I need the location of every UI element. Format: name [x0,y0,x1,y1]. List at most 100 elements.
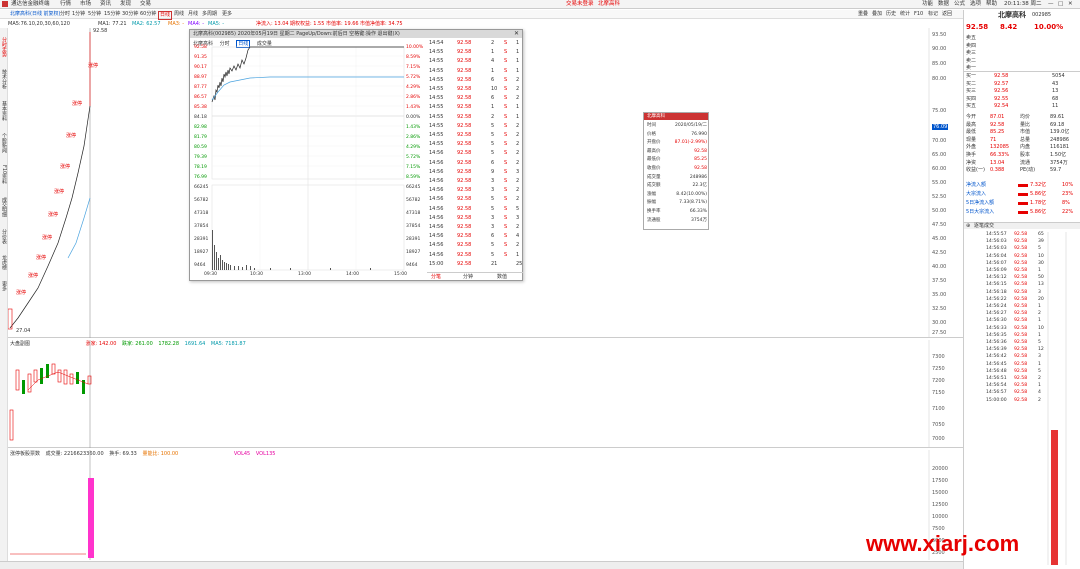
period-more[interactable]: 更多 [222,10,232,19]
app-name: 通达信金融终端 [11,1,50,7]
tab-news[interactable]: 个股新闻 [0,128,8,158]
bid-row[interactable]: 买四 92.55 68 [964,96,1080,103]
trade-login-status[interactable]: 交易未登录 [566,0,594,9]
tab-f10[interactable]: F10资料 [0,160,8,190]
tick-cell-p: 92.58 [457,196,472,203]
tab-technical[interactable]: 技术分析 [0,64,8,94]
axis-tick: 80.00 [932,76,947,82]
close-icon[interactable]: ✕ [1068,0,1073,9]
axis-tick: 7.15% [406,65,421,70]
tab-basic-info[interactable]: 基本资料 [0,96,8,126]
menu-options[interactable]: 选项 [970,0,981,9]
overlay-button[interactable]: 重叠 [858,10,868,19]
net-inflow: 净流入: 13.04 [256,21,289,27]
tooltip-value: 248986 [689,174,707,180]
tick-cell-t: 14:55 [429,58,444,65]
menu-data[interactable]: 数据 [938,0,949,9]
period-multi[interactable]: 多周期 [202,10,217,19]
stat-cell-v: 71 [990,136,997,143]
menu-help[interactable]: 帮助 [986,0,997,9]
toolbar: 北摩高科(日线 前复权) 分时 1分钟 5分钟 15分钟 30分钟 60分钟 日… [0,10,1080,20]
trade-cell-p: 92.58 [1014,311,1028,317]
maximize-icon[interactable]: □ [1058,0,1063,9]
tick-cell-n: 2 [516,178,520,184]
back-button[interactable]: 返回 [942,10,952,19]
tick-tab-trades[interactable]: 分笔 [431,273,441,281]
menu-discover[interactable]: 发现 [120,0,131,9]
menu-market[interactable]: 市场 [80,0,91,9]
period-60min[interactable]: 60分钟 [140,10,156,19]
flow-row: 大宗流入 5.86亿 23% [964,191,1080,198]
stat-cell-k2: 市值 [1020,129,1031,136]
subchart-axis: 7300 7250 7200 7150 7100 7050 7000 [929,340,963,448]
clock: 20:11:38 周二 [1004,1,1042,7]
mark-button[interactable]: 标记 [928,10,938,19]
ask-row[interactable]: 卖三 [964,50,1080,57]
tick-tab-minutes[interactable]: 分钟 [463,273,473,281]
tick-cell-v: 5 [491,196,495,203]
menu-news[interactable]: 资讯 [100,0,111,9]
tick-cell-p: 92.58 [457,49,472,56]
trades-expand-icon[interactable]: ⊕ [966,223,970,230]
menu-trade[interactable]: 交易 [140,0,151,9]
tick-cell-p: 92.58 [457,205,472,212]
axis-tick: 20000 [932,466,948,472]
minimize-icon[interactable]: — [1048,0,1054,9]
period-tick[interactable]: 分时 [60,10,70,19]
bid-row[interactable]: 买二 92.57 43 [964,81,1080,88]
axis-tick: 37854 [194,224,209,229]
period-5min[interactable]: 5分钟 [88,10,101,19]
period-15min[interactable]: 15分钟 [104,10,120,19]
trades-title[interactable]: 逐笔成交 [974,223,994,230]
ask-row[interactable]: 卖五 [964,35,1080,42]
indicator-subchart[interactable]: 涨停板股票数 成交量: 2216623360.00 换手: 69.33 量能比:… [8,450,963,560]
axis-tick: 50.00 [932,208,947,214]
subchart-canvas [9,340,930,448]
menu-quotes[interactable]: 行情 [60,0,71,9]
tooltip-value: 87.01(-2.99%) [674,140,707,146]
bid-row[interactable]: 买一 92.58 5054 [964,73,1080,80]
f10-button[interactable]: F10 [914,10,923,19]
tab-dragon-tiger[interactable]: 龙虎榜 [0,250,8,274]
ask-row[interactable]: 卖二 [964,58,1080,65]
popup-volume-bars [212,230,371,270]
tick-cell-p: 92.58 [457,132,472,138]
bid-row[interactable]: 买三 92.56 13 [964,88,1080,95]
history-button[interactable]: 历史 [886,10,896,19]
tooltip-key: 收盘价 [647,166,661,171]
period-daily[interactable]: 日线 [158,11,173,20]
market-subchart[interactable]: 大盘副图 涨家: 142.00 跌家: 261.00 1782.28 1691.… [8,340,963,448]
tab-trade-detail[interactable]: 成交明细 [0,192,8,222]
add-button[interactable]: 叠加 [872,10,882,19]
stat-cell-v: 87.01 [990,114,1005,120]
stat-row: 最高 92.58 量比 69.18 [964,122,1080,129]
menu-formula[interactable]: 公式 [954,0,965,9]
axis-tick: 47318 [194,211,209,216]
ma4-value: MA4: - [188,21,204,27]
period-30min[interactable]: 30分钟 [122,10,138,19]
tick-cell-t: 14:55 [429,49,444,56]
trading-terminal-window: 通达信金融终端 行情 市场 资讯 发现 交易 交易未登录 北摩高科 功能 数据 … [0,0,1080,569]
trade-cell-v: 1 [1038,268,1041,273]
flow-bar [1018,211,1028,214]
axis-tick: 15000 [932,490,948,496]
popup-close-icon[interactable]: ✕ [514,30,519,38]
tick-tab-values[interactable]: 数值 [497,273,507,281]
tab-price-table[interactable]: 分价表 [0,224,8,248]
period-1min[interactable]: 1分钟 [72,10,85,19]
axis-tick: 66245 [194,185,209,190]
intraday-popup[interactable]: 北摩高科(002985) 2020年05月19日 星期二 PageUp/Down… [189,29,523,281]
ask-row[interactable]: 卖一 [964,65,1080,73]
stats-button[interactable]: 统计 [900,10,910,19]
tab-intraday[interactable]: 分时走势 [0,32,8,62]
menu-function[interactable]: 功能 [922,0,933,9]
period-monthly[interactable]: 月线 [188,10,198,19]
tab-more[interactable]: 更多 [0,276,8,296]
period-weekly[interactable]: 周线 [174,10,184,19]
quote-pct: 10.00% [1034,23,1064,31]
ma-settings[interactable]: MA5:76.10,20,30,60,120 [8,20,70,28]
tick-cell-v: 5 [491,141,495,148]
axis-tick: 82.98 [194,125,207,130]
ask-row[interactable]: 卖四 [964,43,1080,50]
bid-row[interactable]: 买五 92.54 11 [964,103,1080,110]
